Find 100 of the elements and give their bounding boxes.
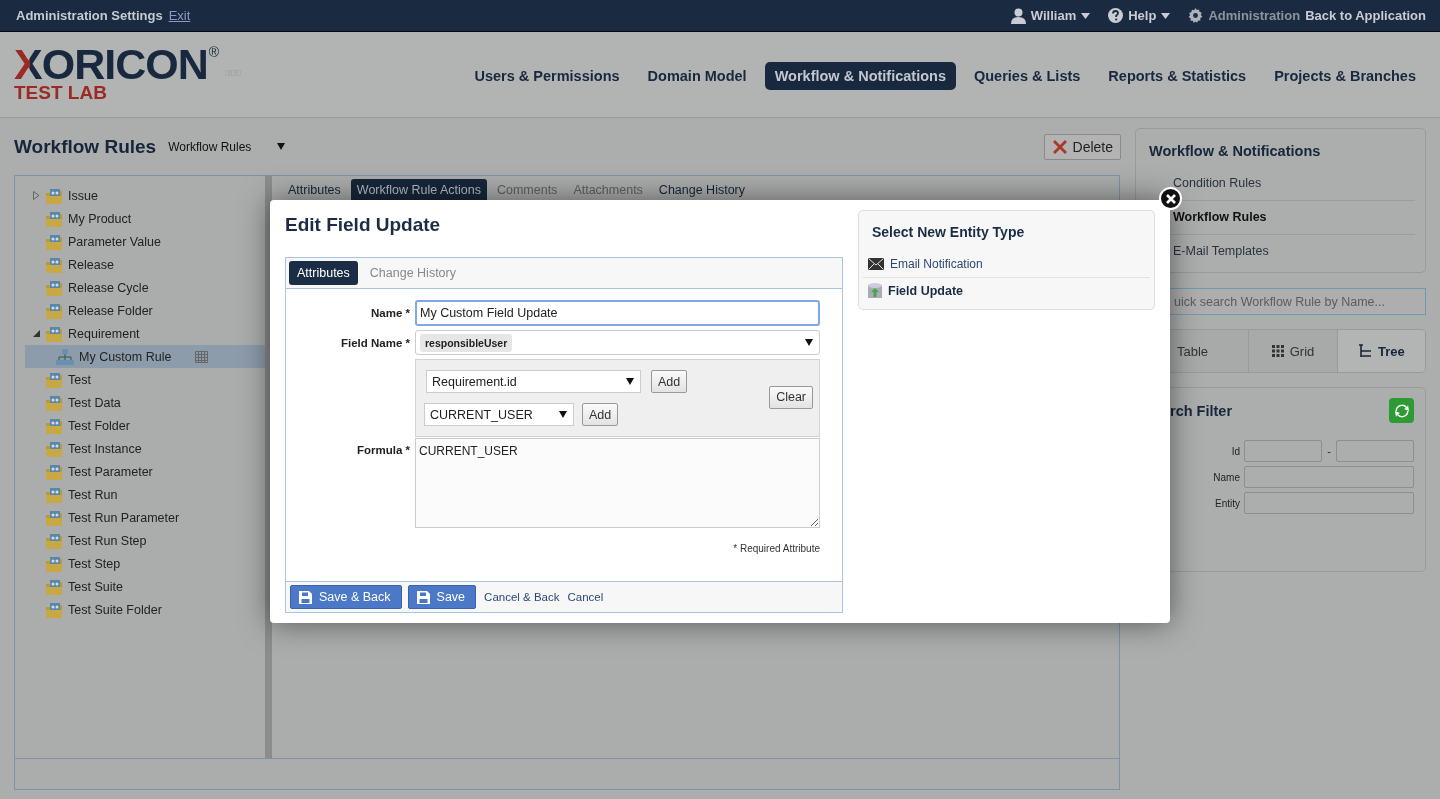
caret-icon bbox=[626, 378, 634, 385]
formula-field[interactable]: CURRENT_USER bbox=[415, 438, 820, 528]
tree-label: My Custom Rule bbox=[79, 349, 172, 364]
tree-item[interactable]: Requirement bbox=[25, 322, 265, 345]
tree-item[interactable]: Issue bbox=[25, 184, 265, 207]
tree-label: My Product bbox=[68, 211, 132, 226]
close-button[interactable] bbox=[1159, 187, 1182, 210]
name-field[interactable]: My Custom Field Update bbox=[415, 300, 820, 326]
add-button[interactable]: Add bbox=[651, 370, 688, 393]
tree-item[interactable]: Test Run Parameter bbox=[25, 506, 265, 529]
detail-tab[interactable]: Change History bbox=[652, 179, 751, 204]
tree-item[interactable]: Test Step bbox=[25, 552, 265, 575]
tree-item[interactable]: Test Suite Folder bbox=[25, 598, 265, 621]
add-button[interactable]: Add bbox=[582, 403, 619, 426]
delete-button[interactable]: Delete bbox=[1043, 133, 1121, 160]
tree-item[interactable]: Test Run Step bbox=[25, 529, 265, 552]
attribute-select[interactable]: Requirement.id bbox=[426, 370, 641, 393]
cancel-link[interactable]: Cancel & Back bbox=[484, 591, 560, 603]
user-icon bbox=[1010, 7, 1026, 24]
tree-label: Test Suite Folder bbox=[68, 602, 162, 617]
tree-item[interactable]: Test Folder bbox=[25, 414, 265, 437]
back-to-application-link[interactable]: Back to Application bbox=[1305, 8, 1426, 23]
nav-tab[interactable]: Users & Permissions bbox=[464, 61, 630, 90]
help-menu[interactable]: Help bbox=[1108, 8, 1171, 23]
tree-label: Release Cycle bbox=[68, 280, 149, 295]
save-button[interactable]: Save bbox=[407, 585, 477, 609]
folder-icon bbox=[46, 486, 63, 503]
expand-icon[interactable] bbox=[33, 191, 40, 200]
filter-field[interactable] bbox=[1244, 492, 1414, 514]
tree-item[interactable]: Test Data bbox=[25, 391, 265, 414]
detail-tab[interactable]: Attributes bbox=[282, 179, 347, 204]
save-icon bbox=[299, 590, 312, 604]
folder-icon bbox=[46, 302, 63, 319]
tree-icon bbox=[1357, 344, 1372, 358]
view-select[interactable]: Workflow Rules bbox=[168, 139, 286, 154]
app-title: Administration Settings bbox=[16, 8, 163, 23]
entity-type-item[interactable]: Email Notification bbox=[863, 252, 1150, 278]
tree-item[interactable]: Test bbox=[25, 368, 265, 391]
tree-item[interactable]: Test Instance bbox=[25, 437, 265, 460]
grid-icon bbox=[1271, 345, 1284, 357]
envelope-icon bbox=[868, 258, 884, 270]
variable-select[interactable]: CURRENT_USER bbox=[424, 403, 574, 426]
save-button[interactable]: Save & Back bbox=[290, 585, 402, 609]
view-toggle[interactable]: Grid bbox=[1249, 330, 1338, 372]
filter-field[interactable] bbox=[1244, 466, 1414, 488]
folder-icon bbox=[46, 532, 63, 549]
nav-tab[interactable]: Domain Model bbox=[637, 61, 757, 90]
tree-item[interactable]: My Product bbox=[25, 207, 265, 230]
clear-button[interactable]: Clear bbox=[769, 385, 813, 409]
tree-item[interactable]: Test Parameter bbox=[25, 460, 265, 483]
dialog-tab[interactable]: Attributes bbox=[289, 261, 358, 285]
nav-tab[interactable]: Queries & Lists bbox=[964, 61, 1091, 90]
tree-label: Test bbox=[68, 372, 91, 387]
caret-icon bbox=[277, 143, 286, 150]
filter-label: Id bbox=[1231, 445, 1240, 457]
view-toggle[interactable]: Tree bbox=[1337, 330, 1425, 372]
tree-label: Test Step bbox=[68, 556, 121, 571]
collapse-icon[interactable] bbox=[33, 330, 40, 337]
caret-icon bbox=[559, 411, 567, 418]
tree-item[interactable]: Release Cycle bbox=[25, 276, 265, 299]
dialog-title: Edit Field Update bbox=[285, 214, 442, 237]
refresh-button[interactable] bbox=[1389, 398, 1414, 423]
folder-icon bbox=[46, 578, 63, 595]
folder-icon bbox=[46, 555, 63, 572]
range-separator: - bbox=[1326, 445, 1332, 457]
grid-icon[interactable] bbox=[195, 350, 209, 363]
close-icon bbox=[1165, 193, 1176, 204]
selected-tree-item[interactable]: My Custom Rule bbox=[25, 345, 265, 368]
tree-item[interactable]: Release bbox=[25, 253, 265, 276]
nav-tab[interactable]: Projects & Branches bbox=[1264, 61, 1426, 90]
tree-item[interactable]: Test Run bbox=[25, 483, 265, 506]
folder-icon bbox=[46, 210, 63, 227]
tree-item[interactable]: Release Folder bbox=[25, 299, 265, 322]
field-name-select[interactable]: responsibleUser bbox=[415, 330, 820, 355]
nav-tab[interactable]: Workflow & Notifications bbox=[764, 61, 956, 90]
tree-item[interactable]: Parameter Value bbox=[25, 230, 265, 253]
nav-tab[interactable]: Reports & Statistics bbox=[1098, 61, 1257, 90]
selected-chip: responsibleUser bbox=[420, 333, 513, 352]
cancel-link[interactable]: Cancel bbox=[567, 591, 604, 603]
folder-icon bbox=[46, 279, 63, 296]
user-menu[interactable]: William bbox=[1010, 7, 1091, 24]
exit-link[interactable]: Exit bbox=[168, 8, 191, 23]
tree-label: Requirement bbox=[68, 326, 140, 341]
filter-label: Entity bbox=[1215, 497, 1240, 509]
field-label: Formula * bbox=[355, 444, 410, 456]
folder-icon bbox=[46, 325, 63, 342]
tree-label: Test Data bbox=[68, 395, 121, 410]
settings-icon bbox=[1188, 8, 1204, 23]
folder-icon bbox=[46, 417, 63, 434]
folder-icon bbox=[46, 463, 63, 480]
tree-item[interactable]: Test Suite bbox=[25, 575, 265, 598]
filter-field[interactable] bbox=[1336, 440, 1414, 462]
panel-title: Workflow & Notifications bbox=[1149, 143, 1322, 159]
tree-label: Test Run Step bbox=[68, 533, 147, 548]
filter-field[interactable] bbox=[1244, 440, 1322, 462]
hierarchy-icon bbox=[56, 348, 74, 365]
administration-link[interactable]: Administration bbox=[1188, 8, 1301, 23]
tree-label: Test Run bbox=[68, 487, 118, 502]
tree-label: Test Instance bbox=[68, 441, 142, 456]
page-title: Workflow Rules bbox=[14, 135, 157, 158]
